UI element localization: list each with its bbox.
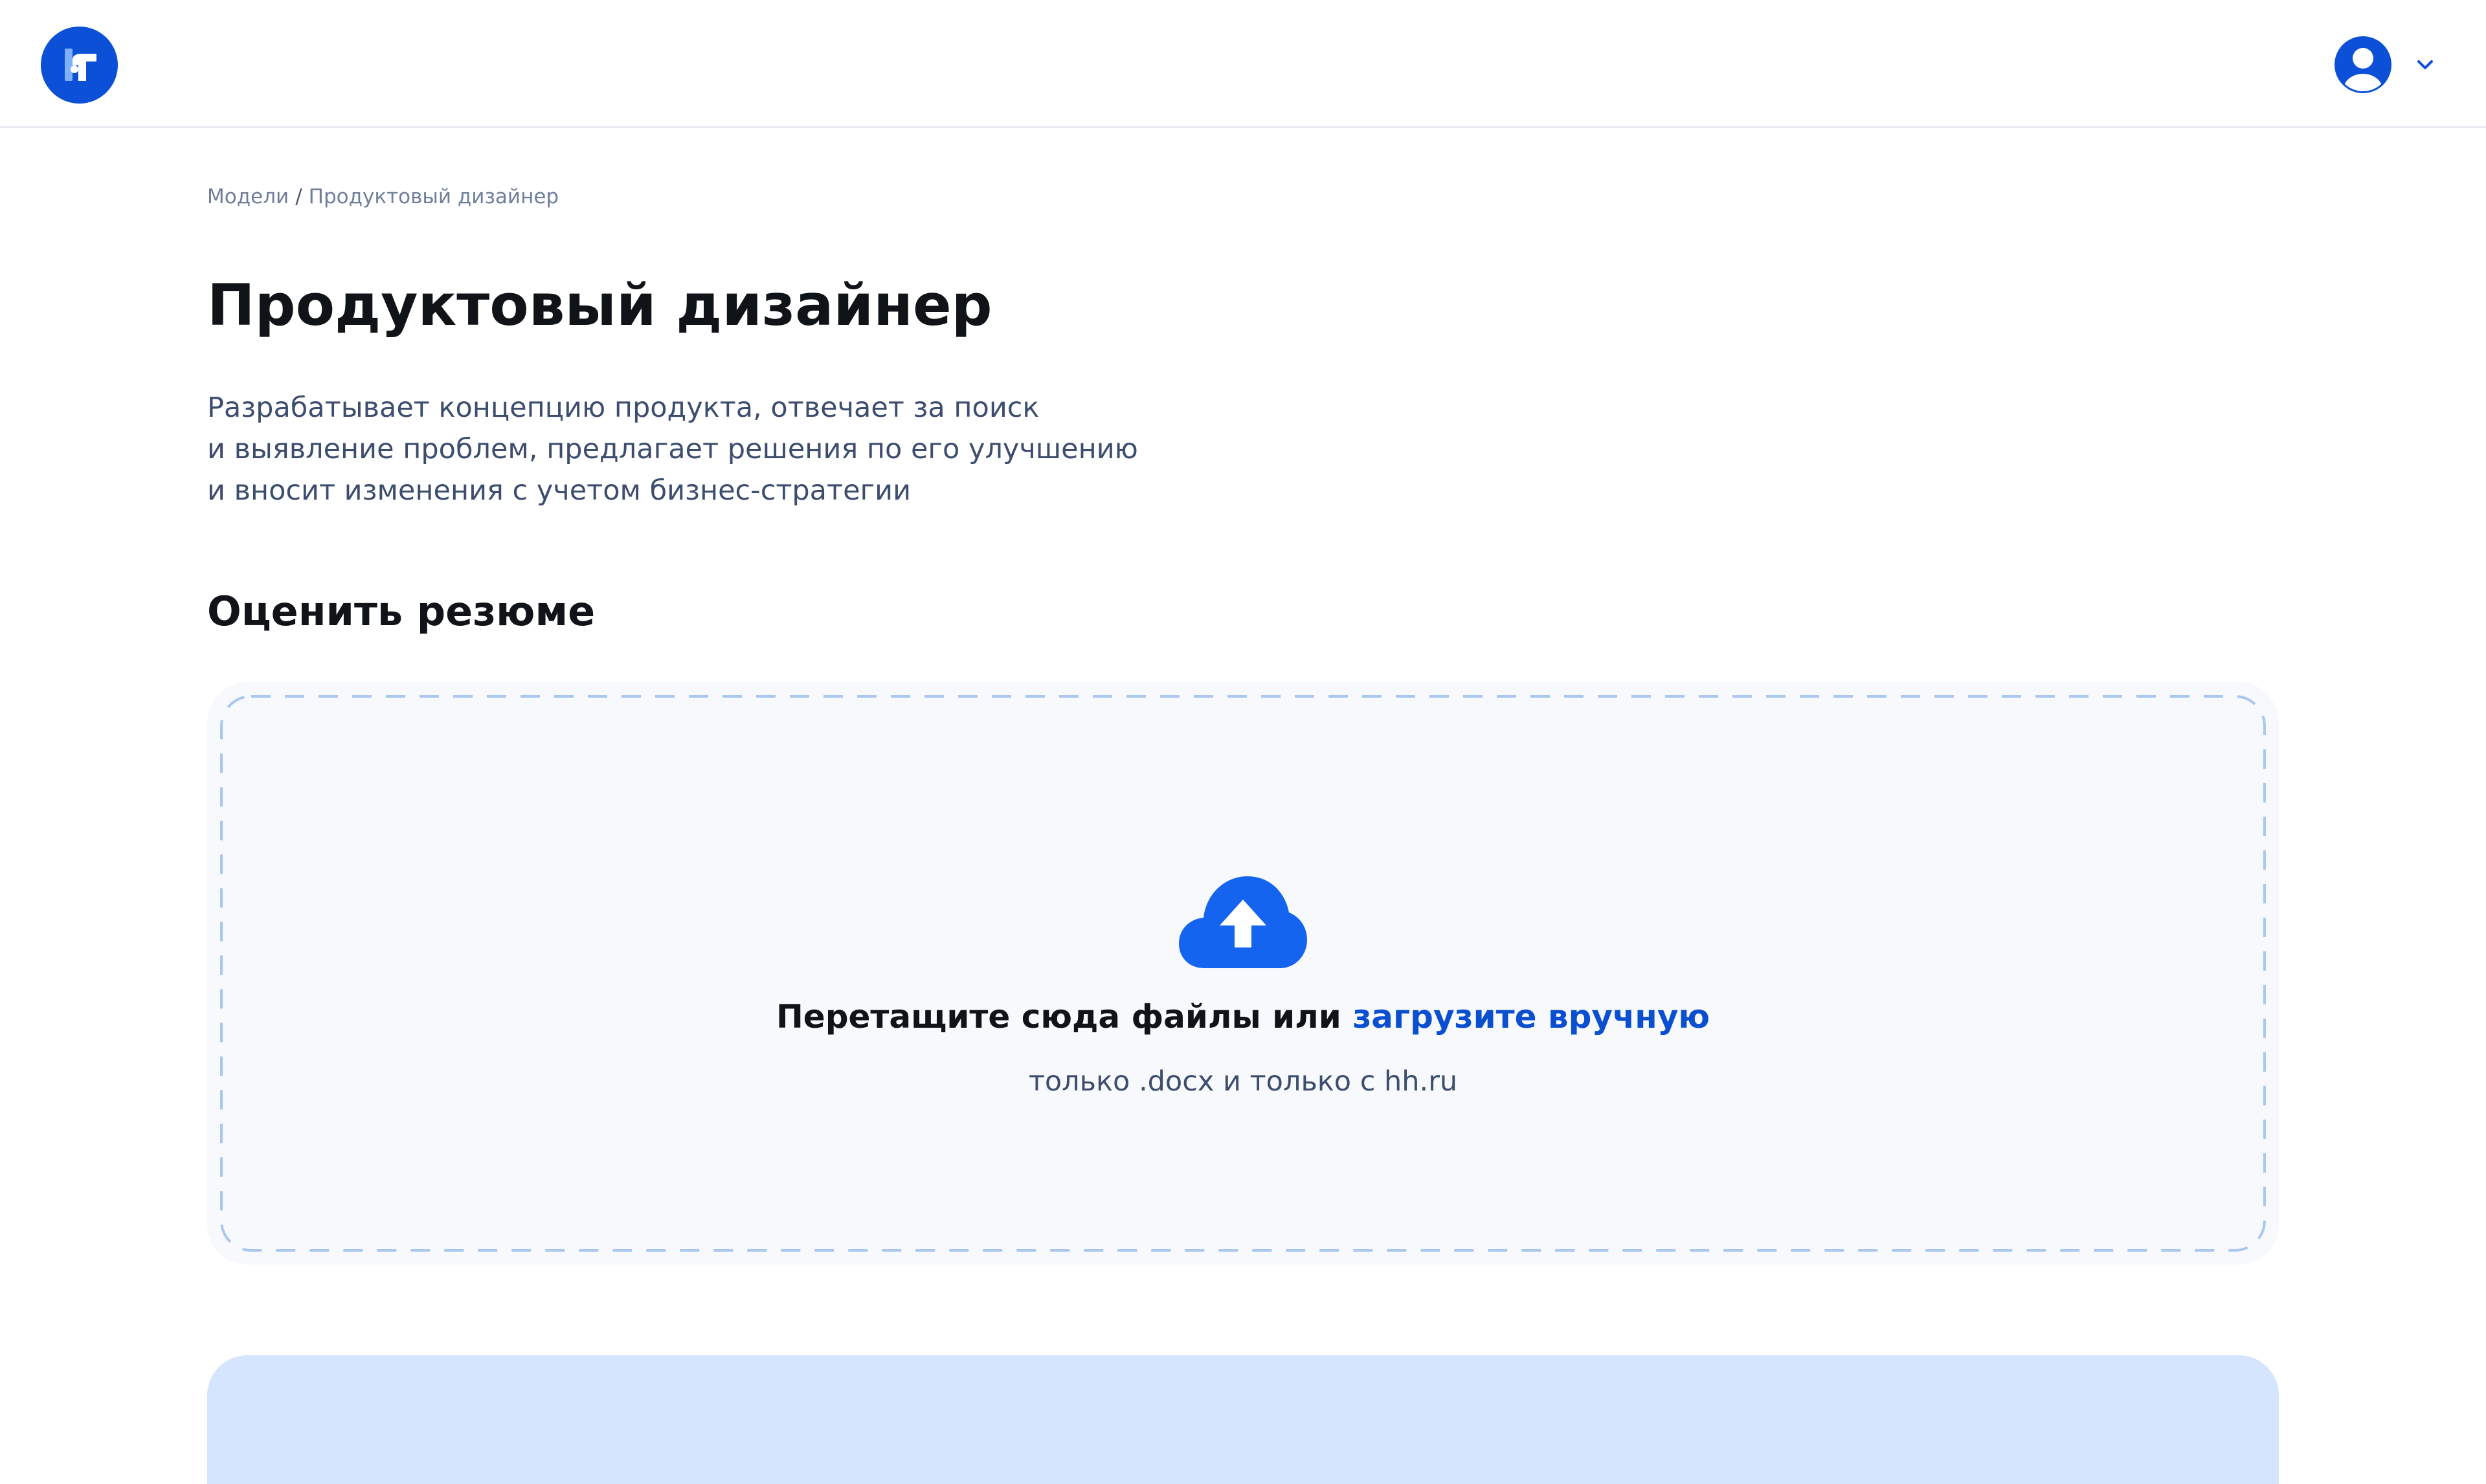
chevron-down-icon[interactable] bbox=[2415, 54, 2436, 75]
drop-instruction-text: Перетащите сюда файлы или bbox=[776, 998, 1341, 1035]
user-menu[interactable] bbox=[2335, 36, 2438, 94]
breadcrumb-item-current[interactable]: Продуктовый дизайнер bbox=[309, 185, 559, 208]
drop-instruction: Перетащите сюда файлы или загрузите вруч… bbox=[207, 998, 2279, 1035]
hr-logo-icon[interactable] bbox=[41, 27, 118, 104]
page-title: Продуктовый дизайнер bbox=[207, 272, 992, 338]
upload-manually-link[interactable]: загрузите вручную bbox=[1352, 998, 1710, 1035]
section-title-evaluate-resume: Оценить резюме bbox=[207, 588, 596, 635]
page-description: Разрабатывает концепцию продукта, отвеча… bbox=[207, 387, 1243, 511]
description-line: и вносит изменения с учетом бизнес-страт… bbox=[207, 474, 912, 507]
top-header bbox=[0, 0, 2486, 128]
breadcrumb-item-models[interactable]: Модели bbox=[207, 185, 289, 208]
breadcrumb-separator: / bbox=[295, 185, 302, 208]
user-avatar-icon[interactable] bbox=[2335, 36, 2391, 93]
breadcrumb: Модели / Продуктовый дизайнер bbox=[207, 185, 559, 208]
description-line: и выявление проблем, предлагает решения … bbox=[207, 433, 1138, 465]
description-line: Разрабатывает концепцию продукта, отвеча… bbox=[207, 392, 1040, 424]
file-dropzone[interactable]: Перетащите сюда файлы или загрузите вруч… bbox=[207, 682, 2279, 1265]
file-format-hint: только .docx и только с hh.ru bbox=[1028, 1065, 1458, 1098]
result-card bbox=[207, 1355, 2279, 1484]
cloud-upload-icon bbox=[1179, 876, 1307, 968]
dropzone-dashed-border bbox=[220, 695, 2266, 1252]
page: Модели / Продуктовый дизайнер Продуктовый … bbox=[0, 0, 2486, 1484]
